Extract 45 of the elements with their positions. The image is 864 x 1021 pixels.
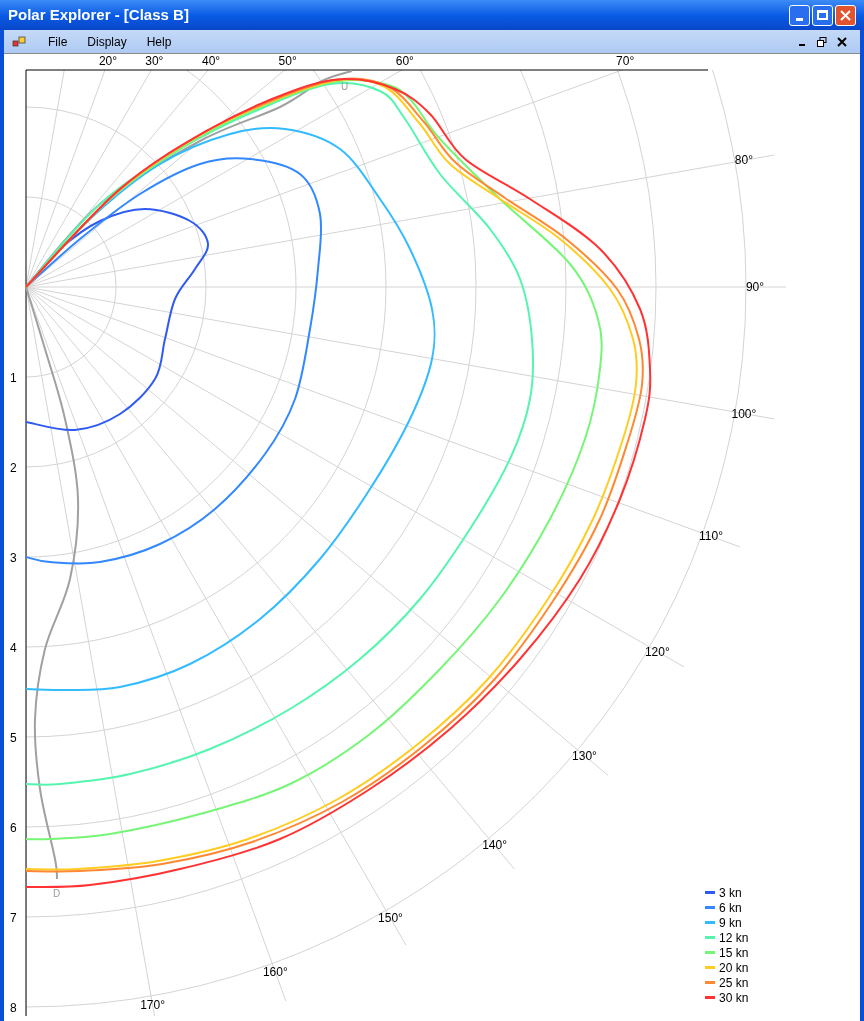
restore-icon[interactable] [817,36,827,47]
marker-label: U [341,81,349,92]
legend-label: 15 kn [719,946,749,960]
legend-label: 20 kn [719,961,749,975]
angle-label: 160° [262,965,288,980]
angle-label: 110° [699,529,723,544]
close-icon[interactable] [837,36,847,47]
angle-label: 150° [378,911,403,926]
maximize-button[interactable] [812,4,833,26]
speed-label: 7 [10,911,17,925]
legend-label: 12 kn [719,931,749,945]
angle-label: 50° [278,54,297,68]
angle-label: 120° [644,644,670,659]
angle-label: 170° [140,997,165,1012]
window-title: Polar Explorer - [Class B] [8,4,190,25]
angle-label: 40° [202,54,221,68]
menu-item[interactable]: Help [136,32,182,51]
legend-label: 30 kn [719,991,749,1005]
speed-label: 5 [10,731,17,745]
speed-label: 6 [10,821,17,835]
speed-label: 3 [10,551,17,565]
legend-label: 6 kn [719,901,742,915]
menu-item[interactable]: File [38,32,78,51]
speed-label: 4 [10,641,17,655]
angle-label: 140° [482,838,507,853]
angle-label: 130° [572,748,597,763]
angle-label: 70° [616,54,635,68]
legend-label: 9 kn [719,916,742,930]
angle-label: 60° [395,54,414,68]
angle-label: 80° [734,153,753,168]
angle-label: 90° [745,280,765,294]
legend-label: 25 kn [719,976,749,990]
speed-label: 1 [10,371,17,385]
menu-item[interactable]: Display [77,32,137,51]
speed-label: 8 [10,1001,17,1015]
minimize-button[interactable] [789,4,810,26]
angle-label: 20° [98,54,118,68]
angle-label: 30° [145,54,164,68]
speed-label: 2 [10,461,17,475]
close-icon [840,9,851,21]
close-button[interactable] [835,4,856,26]
legend-label: 3 kn [719,886,742,900]
angle-label: 100° [731,406,757,421]
marker-label: D [53,888,61,899]
app-icon[interactable] [12,35,26,48]
